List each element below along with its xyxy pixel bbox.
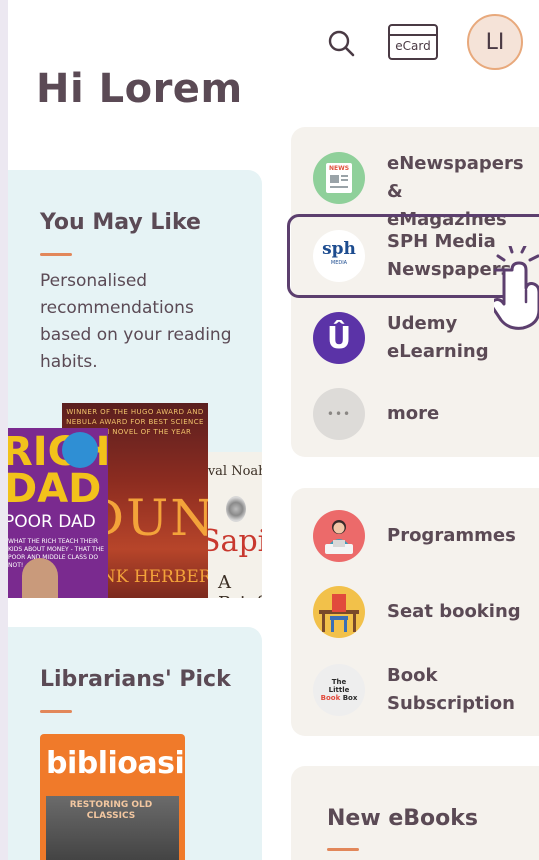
eresource-item-enewspapers[interactable]: NEWS eNewspapers & eMagazines: [291, 148, 539, 230]
seat-booking-icon: [313, 586, 365, 638]
newspaper-icon: NEWS: [313, 152, 365, 204]
librarians-pick-title: Librarians' Pick: [40, 667, 231, 692]
ecard-button[interactable]: eCard: [388, 24, 438, 60]
seal-icon: [62, 432, 98, 468]
fingerprint-icon: [226, 496, 246, 522]
newspaper-icon-label: NEWS: [328, 165, 350, 172]
you-may-like-title: You May Like: [40, 210, 201, 235]
page-title: Hi Lorem: [36, 66, 243, 112]
eresource-item-udemy[interactable]: Û Udemy eLearning: [291, 308, 539, 368]
sph-media-logo-icon: sph MEDIA: [313, 230, 365, 282]
sph-logo-text: sph: [322, 239, 356, 259]
eresource-item-more[interactable]: ••• more: [291, 384, 539, 444]
udemy-icon: Û: [313, 312, 365, 364]
udemy-icon-glyph: Û: [326, 320, 352, 356]
ecard-label: eCard: [395, 39, 431, 53]
logo-line-2: Little: [328, 686, 350, 694]
programmes-icon: [313, 510, 365, 562]
book-title: Sapiens: [200, 524, 262, 559]
accent-divider: [40, 253, 72, 256]
book-subtitle: A Brief: [218, 572, 262, 598]
book-title: biblioasia: [46, 746, 185, 781]
book-cover-biblioasia[interactable]: biblioasia RESTORING OLD CLASSICS: [40, 734, 185, 860]
eresource-label: Udemy eLearning: [387, 313, 489, 362]
app-screen: eCard LI Hi Lorem You May Like Personali…: [8, 0, 539, 860]
ecard-icon: eCard: [388, 24, 438, 60]
new-ebooks-title: New eBooks: [327, 806, 478, 831]
accent-divider: [40, 710, 72, 713]
logo-line-1: The: [331, 678, 347, 686]
book-tagline: WHAT THE RICH TEACH THEIR KIDS ABOUT MON…: [8, 538, 105, 569]
avatar[interactable]: LI: [467, 14, 523, 70]
search-icon: [328, 30, 355, 57]
book-title-mid: DAD: [8, 466, 102, 512]
author-photo: [22, 558, 58, 598]
logo-line-3: Book: [320, 694, 341, 702]
service-item-seat-booking[interactable]: Seat booking: [291, 582, 539, 642]
service-label: Programmes: [387, 525, 516, 546]
book-title-bottom: POOR DAD: [8, 512, 96, 532]
eresource-label: more: [387, 403, 440, 424]
more-icon-glyph: •••: [326, 407, 352, 421]
book-headline: RESTORING OLD CLASSICS: [69, 800, 153, 821]
more-icon: •••: [313, 388, 365, 440]
service-label: Book Subscription: [387, 665, 515, 714]
service-item-book-subscription[interactable]: The Little Book Box Book Subscription: [291, 660, 539, 720]
service-item-programmes[interactable]: Programmes: [291, 506, 539, 566]
service-label: Seat booking: [387, 601, 521, 622]
little-book-box-logo: The Little Book Box: [313, 664, 365, 716]
you-may-like-description: Personalised recommendations based on yo…: [40, 271, 232, 372]
book-cover-rich-dad[interactable]: RICH DAD POOR DAD WHAT THE RICH TEACH TH…: [8, 428, 108, 598]
avatar-initials: LI: [485, 29, 505, 55]
accent-divider: [327, 848, 359, 851]
logo-line-4: Box: [342, 694, 358, 702]
search-button[interactable]: [324, 26, 358, 60]
